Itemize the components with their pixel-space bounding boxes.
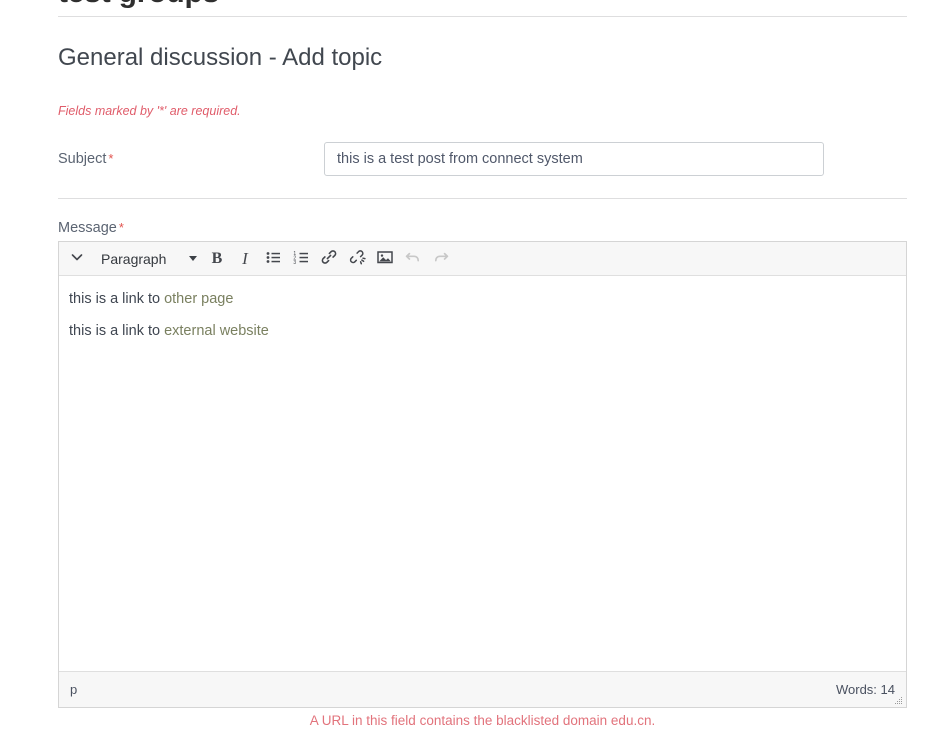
subject-label-text: Subject [58, 151, 107, 167]
message-label-text: Message [58, 220, 117, 236]
bullet-list-button[interactable] [259, 245, 287, 273]
editor-paragraph: this is a link to other page [69, 290, 896, 308]
paragraph-text: this is a link to [69, 291, 165, 307]
form-error-message: A URL in this field contains the blackli… [309, 713, 656, 728]
link-icon [320, 248, 338, 269]
resize-handle[interactable] [893, 694, 903, 704]
editor-paragraph: this is a link to external website [69, 322, 896, 340]
image-icon [376, 248, 394, 269]
chevron-down-icon [189, 256, 197, 261]
image-button[interactable] [371, 245, 399, 273]
divider-middle [58, 198, 907, 199]
section-heading: General discussion - Add topic [58, 44, 383, 71]
redo-button[interactable] [427, 245, 455, 273]
add-topic-page: test groups General discussion - Add top… [0, 0, 926, 747]
subject-input[interactable] [324, 142, 824, 176]
message-label: Message * [58, 219, 124, 237]
undo-button[interactable] [399, 245, 427, 273]
undo-icon [404, 248, 422, 269]
message-required-marker: * [118, 220, 124, 235]
subject-required-marker: * [108, 151, 114, 166]
divider-top [58, 16, 907, 17]
format-select[interactable]: Paragraph [91, 245, 203, 273]
numbered-list-icon: 1 2 3 [293, 249, 310, 269]
numbered-list-button[interactable]: 1 2 3 [287, 245, 315, 273]
message-editor: Paragraph B I 1 2 3 this is a link to ot… [58, 241, 907, 708]
subject-label: Subject * [58, 150, 113, 168]
link-button[interactable] [315, 245, 343, 273]
svg-text:3: 3 [293, 259, 296, 265]
toolbar-toggle-button[interactable] [63, 245, 91, 273]
paragraph-text: this is a link to [69, 323, 165, 339]
unlink-icon [348, 248, 366, 269]
redo-icon [432, 248, 450, 269]
page-title: test groups [58, 0, 219, 10]
required-fields-note: Fields marked by '*' are required. [58, 104, 241, 118]
element-path[interactable]: p [70, 682, 77, 697]
word-count: Words: 14 [835, 682, 895, 697]
chevron-down-icon [69, 249, 85, 268]
bold-button[interactable]: B [203, 245, 231, 273]
message-editor-body[interactable]: this is a link to other page this is a l… [59, 276, 906, 671]
external-link[interactable]: external website [164, 323, 269, 339]
format-select-label: Paragraph [101, 250, 167, 267]
unlink-button[interactable] [343, 245, 371, 273]
editor-toolbar: Paragraph B I 1 2 3 [59, 242, 906, 276]
editor-status-bar: p Words: 14 [59, 671, 906, 707]
italic-button[interactable]: I [231, 245, 259, 273]
internal-link[interactable]: other page [164, 291, 233, 307]
bullet-list-icon [265, 249, 282, 269]
